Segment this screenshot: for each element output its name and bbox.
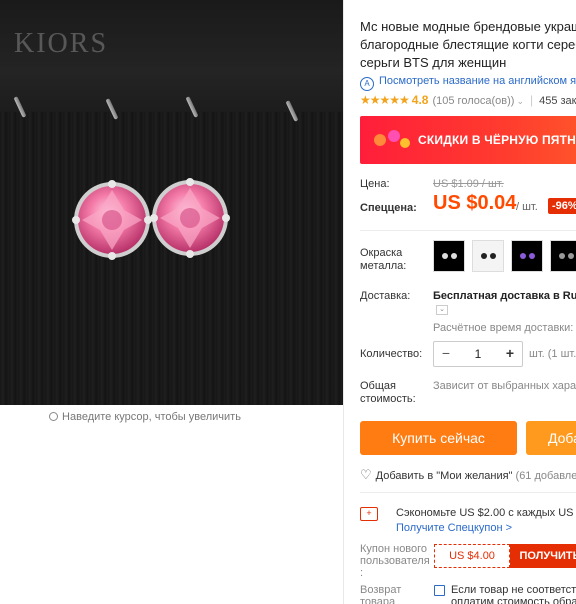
rating-row: ★★★★★4.8(105 голоса(ов))⌄ | 455 заказов — [360, 93, 576, 107]
divider: | — [529, 93, 534, 107]
current-price: US $0.04 — [433, 192, 517, 214]
decor-dot — [374, 134, 386, 146]
decor-dot — [400, 138, 410, 148]
black-friday-banner[interactable]: СКИДКИ В ЧЁРНУЮ ПЯТНИЦУ — [360, 116, 576, 164]
color-label: Окраска металла: — [360, 247, 407, 272]
color-swatch-purple[interactable] — [511, 240, 543, 272]
get-coupon-link[interactable]: Получите Спецкупон > — [396, 522, 512, 534]
color-swatch-silver-black[interactable] — [472, 240, 504, 272]
quantity-input[interactable]: 1 — [458, 342, 498, 366]
return-icon — [434, 585, 445, 596]
title-line: серьги BTS для женщин — [360, 55, 507, 70]
quantity-label: Количество: — [360, 348, 423, 360]
total-label: Общая стоимость: — [360, 380, 416, 405]
product-page: KIORS Наведите курсор, чтобы увеличить М… — [0, 0, 576, 604]
heart-icon: ♡ — [360, 467, 372, 482]
coupon-save-text: Сэкономьте US $2.00 с каждых US $15.00 — [396, 507, 576, 519]
returns-text: Если товар не соответствует описанию, оп… — [451, 584, 576, 604]
coupon-amount: US $4.00 — [434, 544, 510, 568]
total-note: Зависит от выбранных характеристик — [433, 380, 576, 392]
quantity-increase-button[interactable]: + — [498, 342, 522, 366]
returns-label: Возврат товара — [360, 584, 402, 604]
rating-value: 4.8 — [411, 93, 429, 107]
orders-count: 455 заказов — [539, 95, 576, 107]
decor-dot — [388, 130, 400, 142]
banner-text: СКИДКИ В ЧЁРНУЮ ПЯТНИЦУ — [418, 133, 576, 147]
zoom-hint-text: Наведите курсор, чтобы увеличить — [62, 411, 241, 423]
color-swatch-gray[interactable] — [550, 240, 576, 272]
wishlist-count: (61 добавление) — [515, 470, 576, 482]
chevron-down-icon[interactable]: ⌄ — [436, 305, 448, 315]
shipping-destination: Бесплатная доставка в Russian Federation — [433, 290, 576, 302]
title-line: благородные блестящие когти серебряные — [360, 37, 576, 52]
color-swatch-silver-clear[interactable] — [433, 240, 465, 272]
shipping-label: Доставка: — [360, 290, 411, 302]
shipping-estimate: Расчётное время доставки: 30-60 дней — [433, 322, 576, 334]
buy-now-button[interactable]: Купить сейчас — [360, 421, 517, 455]
title-line: Мс новые модные брендовые украшения — [360, 19, 576, 34]
divider — [360, 492, 576, 493]
product-info: Мс новые модные брендовые украшения благ… — [343, 0, 576, 604]
magnifier-icon — [49, 412, 59, 421]
zoom-hint: Наведите курсор, чтобы увеличить — [0, 406, 290, 428]
earring-right — [150, 178, 230, 258]
old-price: US $1.09 / шт. — [433, 178, 504, 190]
product-title: Мс новые модные брендовые украшения благ… — [360, 18, 576, 72]
price-unit: / шт. — [516, 201, 538, 213]
price-label: Цена: — [360, 178, 390, 190]
chevron-down-icon[interactable]: ⌄ — [516, 96, 524, 106]
quantity-decrease-button[interactable]: − — [434, 342, 458, 366]
discount-badge: -96% — [548, 198, 576, 214]
get-coupon-button[interactable]: ПОЛУЧИТЬ — [510, 544, 576, 568]
earrings-illustration — [72, 178, 230, 260]
quantity-stepper: − 1 + — [433, 341, 523, 367]
quantity-available: шт. (1 шт. доступно) — [529, 348, 576, 360]
earring-left — [72, 180, 152, 260]
wishlist-link[interactable]: ♡Добавить в "Мои желания" (61 добавление… — [360, 467, 576, 483]
add-to-cart-button[interactable]: Добавить в корзину — [526, 421, 576, 480]
votes-link[interactable]: (105 голоса(ов)) — [432, 95, 514, 107]
special-price-label: Спеццена: — [360, 202, 417, 214]
translate-icon: A — [360, 77, 374, 91]
product-image[interactable]: KIORS — [0, 0, 343, 405]
translate-link[interactable]: AПосмотреть название на английском языке — [360, 75, 576, 91]
new-user-coupon-label: Купон нового пользователя : — [360, 543, 430, 579]
coupon-icon: + — [360, 507, 378, 521]
divider — [360, 230, 576, 231]
rating-stars-icon: ★★★★★ — [360, 93, 410, 107]
